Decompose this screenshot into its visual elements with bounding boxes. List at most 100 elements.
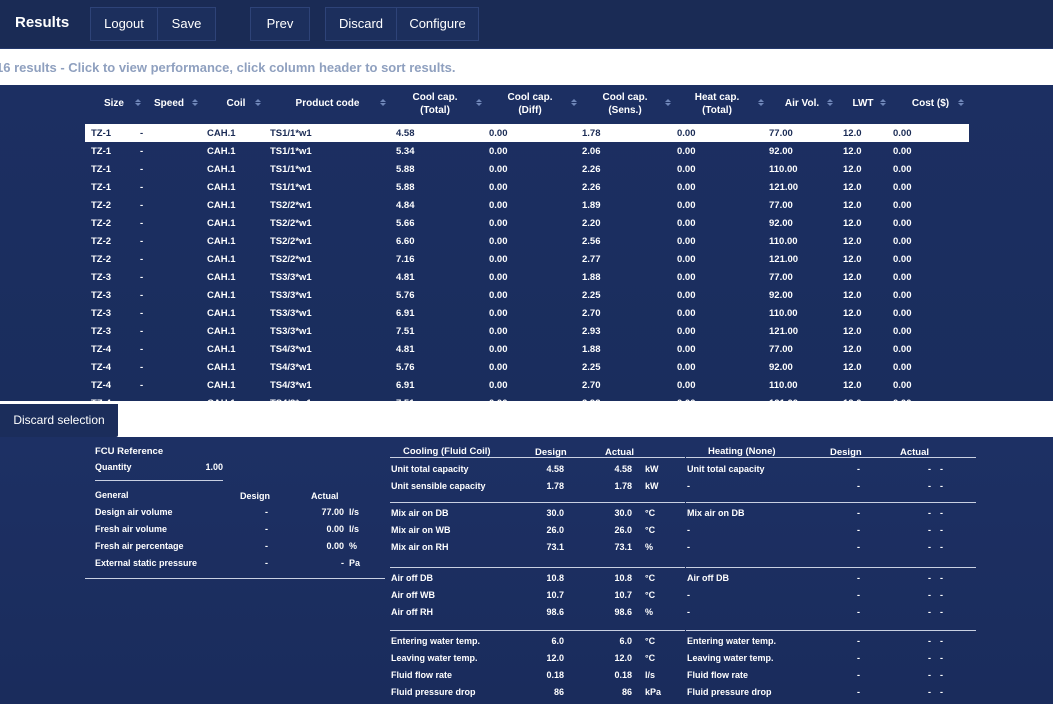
heating-unit: - bbox=[940, 670, 943, 680]
table-row[interactable]: TZ-3 - CAH.1 TS3/3*w1 5.76 0.00 2.25 0.00 92.00 1… bbox=[85, 286, 969, 304]
table-cell: TS2/2*w1 bbox=[270, 218, 312, 229]
sort-icon[interactable] bbox=[665, 99, 671, 106]
table-cell: TZ-3 bbox=[91, 326, 112, 337]
table-cell: TZ-4 bbox=[91, 344, 112, 355]
cooling-design: 26.0 bbox=[546, 525, 564, 535]
heating-design: - bbox=[857, 670, 860, 680]
cooling-design: 73.1 bbox=[546, 542, 564, 552]
sort-icon[interactable] bbox=[255, 99, 261, 106]
table-cell: 0.00 bbox=[893, 146, 912, 157]
quantity-value: 1.00 bbox=[205, 462, 223, 472]
cooling-unit: % bbox=[645, 542, 654, 552]
table-cell: 0.00 bbox=[677, 308, 696, 319]
save-button[interactable]: Save bbox=[157, 7, 216, 41]
table-cell: 5.34 bbox=[396, 146, 415, 157]
sort-icon[interactable] bbox=[135, 99, 141, 106]
sort-icon[interactable] bbox=[880, 99, 886, 106]
table-cell: 0.00 bbox=[489, 290, 508, 301]
table-row[interactable]: TZ-4 - CAH.1 TS4/3*w1 6.91 0.00 2.70 0.00 110.00… bbox=[85, 376, 969, 394]
table-cell: TZ-4 bbox=[91, 362, 112, 373]
general-unit: % bbox=[349, 541, 358, 551]
configure-button[interactable]: Configure bbox=[396, 7, 479, 41]
cooling-actual: 0.18 bbox=[614, 670, 632, 680]
table-row[interactable]: TZ-1 - CAH.1 TS1/1*w1 5.88 0.00 2.26 0.00 121.00… bbox=[85, 178, 969, 196]
table-cell: 0.00 bbox=[893, 200, 912, 211]
table-row[interactable]: TZ-2 - CAH.1 TS2/2*w1 7.16 0.00 2.77 0.00 121.00… bbox=[85, 250, 969, 268]
sort-icon[interactable] bbox=[571, 99, 577, 106]
table-cell: TZ-4 bbox=[91, 380, 112, 391]
column-header[interactable]: Size bbox=[100, 97, 128, 110]
cooling-unit: % bbox=[645, 607, 654, 617]
table-cell: CAH.1 bbox=[207, 380, 236, 391]
sort-icon[interactable] bbox=[476, 99, 482, 106]
discard-button[interactable]: Discard bbox=[325, 7, 397, 41]
table-row[interactable]: TZ-4 - CAH.1 TS4/3*w1 5.76 0.00 2.25 0.00 92.00 1… bbox=[85, 358, 969, 376]
table-cell: 121.00 bbox=[769, 254, 799, 265]
column-header[interactable]: Cost ($) bbox=[908, 97, 953, 110]
table-cell: - bbox=[140, 128, 144, 139]
cooling-design: 1.78 bbox=[546, 481, 564, 491]
logout-button[interactable]: Logout bbox=[90, 7, 158, 41]
table-cell: 1.78 bbox=[582, 128, 601, 139]
column-header[interactable]: Product code bbox=[290, 97, 365, 110]
column-header[interactable]: Coil bbox=[225, 97, 247, 110]
column-header[interactable]: Cool cap. (Sens.) bbox=[600, 91, 650, 117]
table-cell: TS4/3*w1 bbox=[270, 362, 312, 373]
sort-icon[interactable] bbox=[192, 99, 198, 106]
column-header[interactable]: Heat cap. (Total) bbox=[692, 91, 742, 117]
table-cell: - bbox=[140, 326, 144, 337]
table-cell: - bbox=[140, 362, 144, 373]
table-row[interactable]: TZ-3 - CAH.1 TS3/3*w1 4.81 0.00 1.88 0.00 77.00 1… bbox=[85, 268, 969, 286]
table-cell: TS3/3*w1 bbox=[270, 308, 312, 319]
table-cell: 12.0 bbox=[843, 236, 862, 247]
table-row[interactable]: TZ-1 - CAH.1 TS1/1*w1 5.34 0.00 2.06 0.00 92.00 1… bbox=[85, 142, 969, 160]
cooling-label: Air off DB bbox=[391, 573, 433, 583]
table-row[interactable]: TZ-4 - CAH.1 TS4/3*w1 4.81 0.00 1.88 0.00 77.00 1… bbox=[85, 340, 969, 358]
table-cell: 0.00 bbox=[893, 236, 912, 247]
sort-icon[interactable] bbox=[380, 99, 386, 106]
divider bbox=[95, 480, 223, 481]
table-cell: 77.00 bbox=[769, 200, 793, 211]
sort-icon[interactable] bbox=[758, 99, 764, 106]
cooling-actual: 73.1 bbox=[614, 542, 632, 552]
discard-bar bbox=[0, 401, 1053, 437]
table-cell: 0.00 bbox=[893, 218, 912, 229]
cooling-actual: 10.8 bbox=[614, 573, 632, 583]
table-cell: 0.00 bbox=[677, 146, 696, 157]
table-cell: 0.00 bbox=[893, 182, 912, 193]
column-header[interactable]: Speed bbox=[153, 97, 185, 110]
table-cell: TS1/1*w1 bbox=[270, 128, 312, 139]
table-row[interactable]: TZ-2 - CAH.1 TS2/2*w1 5.66 0.00 2.20 0.00 92.00 1… bbox=[85, 214, 969, 232]
discard-selection-button[interactable]: Discard selection bbox=[0, 404, 118, 437]
column-header[interactable]: LWT bbox=[852, 97, 874, 110]
table-cell: - bbox=[140, 200, 144, 211]
table-cell: TS1/1*w1 bbox=[270, 164, 312, 175]
sort-icon[interactable] bbox=[827, 99, 833, 106]
table-cell: 0.00 bbox=[677, 326, 696, 337]
table-cell: CAH.1 bbox=[207, 254, 236, 265]
table-cell: 0.00 bbox=[677, 128, 696, 139]
divider bbox=[390, 630, 685, 631]
table-cell: 92.00 bbox=[769, 218, 793, 229]
cooling-unit: °C bbox=[645, 636, 656, 646]
cooling-actual: 1.78 bbox=[614, 481, 632, 491]
divider bbox=[686, 502, 976, 503]
table-row[interactable]: TZ-4-CAH.1TS4/3*w17.510.002.930.00121.00… bbox=[85, 394, 969, 401]
column-header[interactable]: Cool cap. (Diff) bbox=[505, 91, 555, 117]
cooling-actual: 86 bbox=[621, 687, 632, 697]
sort-icon[interactable] bbox=[958, 99, 964, 106]
table-row[interactable]: TZ-3 - CAH.1 TS3/3*w1 6.91 0.00 2.70 0.00 110.00… bbox=[85, 304, 969, 322]
table-row[interactable]: TZ-3 - CAH.1 TS3/3*w1 7.51 0.00 2.93 0.00 121.00… bbox=[85, 322, 969, 340]
table-row[interactable]: TZ-2 - CAH.1 TS2/2*w1 6.60 0.00 2.56 0.00 110.00… bbox=[85, 232, 969, 250]
column-header[interactable]: Cool cap. (Total) bbox=[410, 91, 460, 117]
heating-actual: - bbox=[928, 573, 931, 583]
column-header[interactable]: Air Vol. bbox=[782, 97, 822, 110]
general-design: - bbox=[265, 541, 268, 551]
table-row[interactable]: TZ-2 - CAH.1 TS2/2*w1 4.84 0.00 1.89 0.00 77.00 1… bbox=[85, 196, 969, 214]
table-row[interactable]: TZ-1 - CAH.1 TS1/1*w1 5.88 0.00 2.26 0.00 110.00… bbox=[85, 160, 969, 178]
table-cell: 2.26 bbox=[582, 164, 601, 175]
table-row[interactable]: TZ-1 - CAH.1 TS1/1*w1 4.58 0.00 1.78 0.00 77.00 1… bbox=[85, 124, 969, 142]
heating-label: Fluid pressure drop bbox=[687, 687, 772, 697]
prev-button[interactable]: Prev bbox=[250, 7, 310, 41]
cooling-unit: kW bbox=[645, 481, 659, 491]
